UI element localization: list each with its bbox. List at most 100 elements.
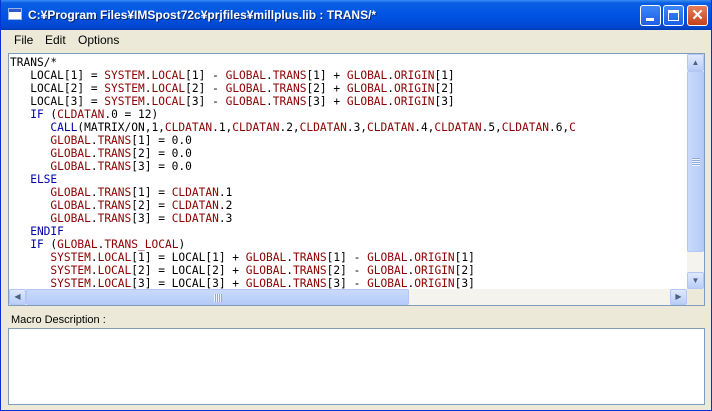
code-token: GLOBAL xyxy=(367,277,408,289)
code-token: . xyxy=(90,264,98,277)
scroll-down-button[interactable]: ▼ xyxy=(687,272,704,289)
menu-options[interactable]: Options xyxy=(78,32,119,48)
title-bar[interactable]: C:¥Program Files¥IMSpost72c¥prjfiles¥mil… xyxy=(1,0,711,30)
code-token: GLOBAL xyxy=(367,264,408,277)
code-token: LOCAL xyxy=(151,69,186,82)
code-token: .2 xyxy=(218,199,233,212)
code-token: GLOBAL xyxy=(367,251,408,264)
code-token: . xyxy=(90,134,98,147)
code-line: LOCAL[2] = SYSTEM.LOCAL[2] - GLOBAL.TRAN… xyxy=(10,82,688,95)
code-token: TRANS xyxy=(272,69,307,82)
code-token: ENDIF xyxy=(10,225,64,238)
code-token: .4, xyxy=(414,121,435,134)
code-token: . xyxy=(286,264,293,277)
code-token: (MATRIX/ON,1, xyxy=(77,121,165,134)
code-token: ORIGIN xyxy=(414,251,455,264)
maximize-button[interactable] xyxy=(663,5,684,26)
code-token: TRANS xyxy=(97,199,132,212)
close-button[interactable]: ✕ xyxy=(687,5,708,26)
maximize-icon xyxy=(668,10,679,21)
code-token: . xyxy=(90,277,98,289)
code-token: . xyxy=(90,160,98,173)
macro-description-label: Macro Description : xyxy=(11,314,106,326)
code-token: TRANS xyxy=(97,134,132,147)
code-token: CLDATAN xyxy=(171,212,219,225)
code-token: .0 = 12) xyxy=(104,108,159,121)
code-token: CLDATAN xyxy=(434,121,482,134)
code-line: GLOBAL.TRANS[2] = CLDATAN.2 xyxy=(10,199,688,212)
code-token: SYSTEM xyxy=(104,95,145,108)
code-token: ORIGIN xyxy=(394,69,435,82)
menu-file[interactable]: File xyxy=(14,32,33,48)
code-line: GLOBAL.TRANS[3] = CLDATAN.3 xyxy=(10,212,688,225)
code-token: TRANS xyxy=(292,251,327,264)
minimize-icon xyxy=(646,18,654,21)
code-token: [2] xyxy=(454,264,475,277)
code-line: CALL(MATRIX/ON,1,CLDATAN.1,CLDATAN.2,CLD… xyxy=(10,121,688,134)
code-token: SYSTEM xyxy=(10,264,91,277)
window-title: C:¥Program Files¥IMSpost72c¥prjfiles¥mil… xyxy=(28,8,377,22)
menu-edit[interactable]: Edit xyxy=(45,32,66,48)
code-token: TRANS/* xyxy=(10,56,58,69)
code-token: LOCAL[3] = xyxy=(10,95,105,108)
macro-description-field[interactable] xyxy=(8,328,705,405)
code-token: GLOBAL xyxy=(245,264,287,277)
scroll-left-button[interactable]: ◀ xyxy=(9,289,26,305)
code-token: GLOBAL xyxy=(10,134,91,147)
code-token: ORIGIN xyxy=(394,95,435,108)
code-token: GLOBAL xyxy=(10,199,91,212)
code-editor[interactable]: TRANS/* LOCAL[1] = SYSTEM.LOCAL[1] - GLO… xyxy=(8,53,705,306)
code-text-area[interactable]: TRANS/* LOCAL[1] = SYSTEM.LOCAL[1] - GLO… xyxy=(10,56,688,289)
code-token: . xyxy=(90,212,98,225)
code-token: [3] - xyxy=(185,95,226,108)
code-token: [1] - xyxy=(326,251,368,264)
code-token: [1] = 0.0 xyxy=(131,134,192,147)
code-token: TRANS xyxy=(97,186,132,199)
close-icon: ✕ xyxy=(691,7,704,24)
code-token: GLOBAL xyxy=(10,212,91,225)
code-token: [3] - xyxy=(326,277,368,289)
code-token: GLOBAL xyxy=(225,95,266,108)
code-token: LOCAL xyxy=(97,251,132,264)
code-token: TRANS xyxy=(97,147,132,160)
code-token: CLDATAN xyxy=(232,121,280,134)
scroll-up-button[interactable]: ▲ xyxy=(687,54,704,71)
scroll-right-button[interactable]: ▶ xyxy=(670,289,687,305)
vertical-scrollbar[interactable]: ▲ ▼ xyxy=(687,54,704,289)
code-token: LOCAL[2] = xyxy=(10,82,105,95)
code-token: C xyxy=(569,121,576,134)
code-line: GLOBAL.TRANS[2] = 0.0 xyxy=(10,147,688,160)
code-token: [1] xyxy=(434,69,455,82)
code-token: .2, xyxy=(279,121,300,134)
code-token: CLDATAN xyxy=(57,108,105,121)
code-token: SYSTEM xyxy=(10,277,91,289)
code-line: GLOBAL.TRANS[1] = 0.0 xyxy=(10,134,688,147)
code-token: GLOBAL xyxy=(346,95,388,108)
code-token: [2] = 0.0 xyxy=(131,147,192,160)
code-line: ELSE xyxy=(10,173,688,186)
code-token: [1] = xyxy=(131,186,172,199)
code-token: [2] = LOCAL[2] + xyxy=(131,264,246,277)
code-token: [1] xyxy=(454,251,475,264)
code-token: GLOBAL xyxy=(225,82,266,95)
main-window: C:¥Program Files¥IMSpost72c¥prjfiles¥mil… xyxy=(0,0,712,411)
minimize-button[interactable] xyxy=(640,5,661,26)
code-token: [2] = xyxy=(131,199,172,212)
code-token: CLDATAN xyxy=(367,121,415,134)
code-token: GLOBAL xyxy=(245,277,287,289)
code-token: GLOBAL xyxy=(10,147,91,160)
code-token: .6, xyxy=(548,121,570,134)
code-token: TRANS xyxy=(97,160,132,173)
code-token: . xyxy=(266,69,273,82)
code-token: [3] + xyxy=(306,95,347,108)
code-token: GLOBAL xyxy=(57,238,98,251)
code-token: [3] = 0.0 xyxy=(131,160,192,173)
code-token: LOCAL xyxy=(151,95,186,108)
code-token: .3, xyxy=(346,121,368,134)
code-token: CLDATAN xyxy=(171,186,219,199)
vertical-scroll-thumb[interactable] xyxy=(687,71,704,252)
code-line: ENDIF xyxy=(10,225,688,238)
horizontal-scrollbar[interactable]: ◀ ▶ xyxy=(9,289,687,305)
horizontal-scroll-thumb[interactable] xyxy=(26,289,409,305)
code-line: SYSTEM.LOCAL[1] = LOCAL[1] + GLOBAL.TRAN… xyxy=(10,251,688,264)
